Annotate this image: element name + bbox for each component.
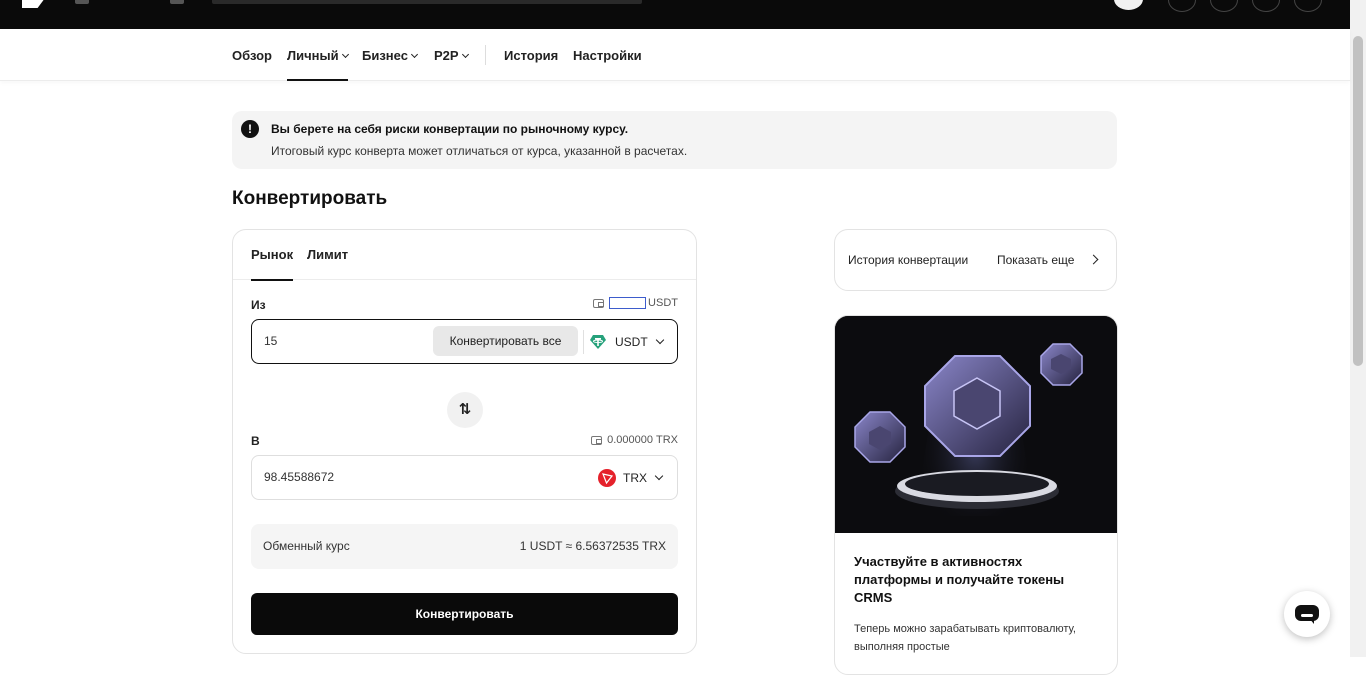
from-label: Из [251, 298, 266, 312]
promo-card[interactable]: Участвуйте в активностях платформы и пол… [834, 315, 1118, 675]
support-icon[interactable] [1252, 0, 1280, 12]
convert-button[interactable]: Конвертировать [251, 593, 678, 635]
from-balance: USDT [593, 297, 678, 309]
subnav-label: Бизнес [362, 48, 408, 63]
tab-market[interactable]: Рынок [251, 230, 294, 281]
alert-title: Вы берете на себя риски конвертации по р… [271, 122, 629, 136]
to-label: В [251, 434, 260, 448]
promo-image [835, 316, 1117, 533]
subnav-label: История [504, 48, 559, 63]
convert-card: Рынок Лимит Из USDT 15 Конвертировать вс… [232, 229, 697, 654]
divider [485, 45, 486, 65]
nav-fragment[interactable] [170, 0, 184, 4]
top-header [0, 0, 1350, 29]
subnav-item-overview[interactable]: Обзор [232, 29, 272, 81]
notification-icon[interactable] [1210, 0, 1238, 12]
chat-support-button[interactable] [1284, 591, 1330, 637]
tether-icon [590, 334, 606, 349]
scrollbar-thumb[interactable] [1353, 36, 1363, 366]
chevron-down-icon [461, 50, 469, 59]
subnav-label: Настройки [573, 48, 642, 63]
to-balance-unit: TRX [656, 434, 678, 446]
scrollbar[interactable] [1350, 0, 1366, 657]
wallet-icon [591, 435, 603, 445]
settings-icon[interactable] [1294, 0, 1322, 12]
alert-text: Итоговый курс конверта может отличаться … [271, 144, 688, 158]
subnav-label: P2P [434, 48, 459, 63]
exchange-rate: Обменный курс 1 USDT ≈ 6.56372535 TRX [251, 524, 678, 569]
from-balance-value [609, 297, 647, 309]
subnav-label: Обзор [232, 48, 272, 63]
chat-icon [1295, 605, 1319, 624]
subnav-item-personal[interactable]: Личный [287, 29, 349, 81]
convert-tabs: Рынок Лимит [233, 230, 696, 281]
to-coin-select[interactable]: TRX [598, 456, 664, 499]
active-tab-underline [287, 79, 348, 81]
chevron-down-icon [655, 335, 664, 344]
swap-arrows-icon[interactable]: ⇅ [447, 392, 483, 428]
from-amount-field[interactable]: 15 Конвертировать все USDT [251, 319, 678, 364]
chat-icon-detail [1301, 614, 1313, 617]
active-tab-underline [251, 279, 294, 281]
history-label: История конвертации [848, 253, 969, 267]
subnav-item-settings[interactable]: Настройки [573, 29, 642, 81]
to-amount-input[interactable]: 98.45588672 [264, 456, 334, 499]
conversion-history-card[interactable]: История конвертации Показать еще [834, 229, 1117, 291]
download-icon[interactable] [1168, 0, 1196, 12]
subnav-item-business[interactable]: Бизнес [362, 29, 418, 81]
chevron-down-icon [410, 50, 418, 59]
sub-navigation: Обзор Личный Бизнес P2P История Настройк… [0, 29, 1350, 81]
tab-label: Лимит [307, 247, 349, 262]
tron-icon [598, 468, 616, 487]
promo-description: Теперь можно зарабатывать криптовалюту, … [854, 623, 1076, 653]
logo-icon[interactable] [22, 0, 48, 8]
subnav-item-history[interactable]: История [504, 29, 558, 81]
wallet-icon [593, 298, 605, 308]
from-balance-unit: USDT [648, 297, 678, 309]
risk-alert: ! Вы берете на себя риски конвертации по… [232, 111, 1117, 169]
nav-fragment[interactable] [75, 0, 89, 4]
promo-title: Участвуйте в активностях платформы и пол… [854, 554, 1065, 605]
from-coin-label: USDT [615, 334, 648, 349]
from-coin-select[interactable]: USDT [589, 320, 664, 363]
to-balance: 0.000000 TRX [591, 434, 678, 446]
chevron-right-icon[interactable] [1088, 254, 1099, 265]
exchange-rate-value: 1 USDT ≈ 6.56372535 TRX [519, 539, 666, 553]
tab-limit[interactable]: Лимит [307, 230, 348, 280]
exclamation-icon: ! [241, 120, 259, 138]
exchange-rate-label: Обменный курс [263, 539, 350, 553]
show-more-link[interactable]: Показать еще [997, 230, 1074, 290]
tab-label: Рынок [251, 247, 294, 262]
to-amount-field[interactable]: 98.45588672 TRX [251, 455, 678, 500]
nav-fragment[interactable] [212, 0, 642, 4]
from-amount-input[interactable]: 15 [264, 320, 277, 363]
divider [583, 330, 584, 354]
chevron-down-icon [341, 50, 349, 59]
convert-all-button[interactable]: Конвертировать все [433, 326, 578, 356]
page-title: Конвертировать [232, 188, 388, 209]
chevron-down-icon [654, 471, 664, 480]
avatar[interactable] [1114, 0, 1143, 10]
to-balance-value: 0.000000 [607, 434, 653, 446]
to-coin-label: TRX [623, 470, 647, 485]
subnav-label: Личный [287, 48, 339, 63]
subnav-item-p2p[interactable]: P2P [434, 29, 469, 81]
